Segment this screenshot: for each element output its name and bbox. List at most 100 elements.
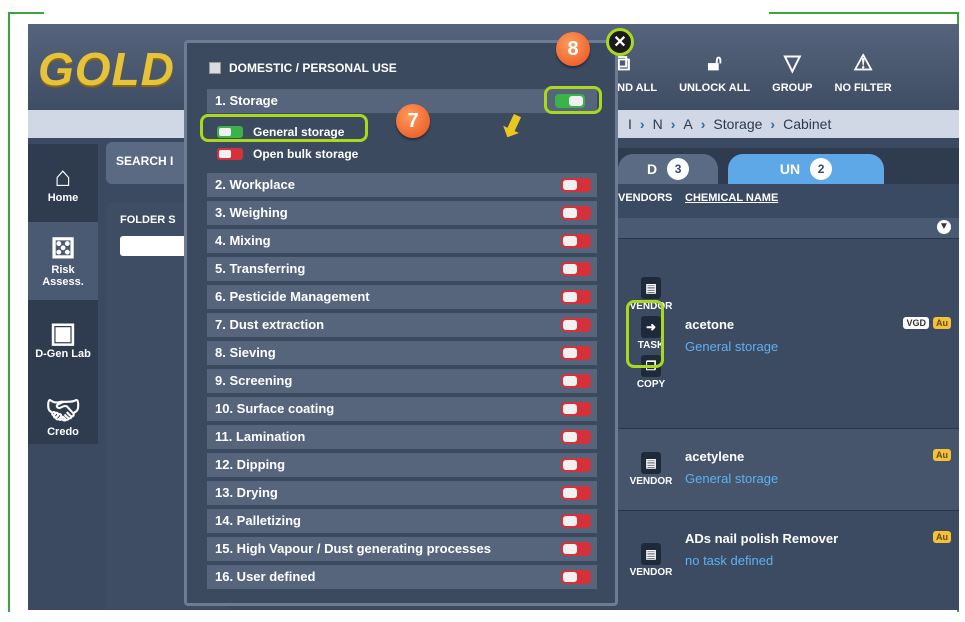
nav-label: Risk Assess. xyxy=(42,264,84,288)
vendor-button[interactable]: ▤ VENDOR xyxy=(629,543,673,578)
category-item[interactable]: 4. Mixing xyxy=(207,229,597,253)
chevron-right-icon: › xyxy=(670,116,676,132)
close-icon[interactable]: ✕ xyxy=(606,28,634,56)
table-row[interactable]: ▤ VENDOR ADs nail polish Remover no task de… xyxy=(618,510,959,610)
filter-icon[interactable]: ▼ xyxy=(937,220,951,234)
category-label: 2. Workplace xyxy=(215,177,295,192)
au-badge: Au xyxy=(933,449,951,461)
action-label: VENDOR xyxy=(629,567,673,578)
category-label: 9. Screening xyxy=(215,373,293,388)
category-label: 1. Storage xyxy=(215,93,278,108)
subitem-open-bulk-storage[interactable]: Open bulk storage xyxy=(217,145,358,163)
category-label: 8. Sieving xyxy=(215,345,276,360)
handshake-icon: 🤝︎ xyxy=(45,395,81,426)
category-item[interactable]: 14. Palletizing xyxy=(207,509,597,533)
nav-label: D-Gen Lab xyxy=(35,348,91,360)
category-item[interactable]: 9. Screening xyxy=(207,369,597,393)
frame-border xyxy=(8,12,10,612)
popup-title[interactable]: DOMESTIC / PERSONAL USE xyxy=(209,61,397,75)
category-toggle[interactable] xyxy=(561,486,591,500)
breadcrumb-item[interactable]: I xyxy=(628,116,632,132)
folder-label: FOLDER S xyxy=(120,214,176,226)
vendor-icon: ▤ xyxy=(640,277,661,299)
left-nav: ⌂ Home ⚄ Risk Assess. ▣ D-Gen Lab 🤝︎ Credo xyxy=(28,144,98,444)
task-link[interactable]: no task defined xyxy=(685,553,773,568)
category-toggle[interactable] xyxy=(561,430,591,444)
category-item[interactable]: 11. Lamination xyxy=(207,425,597,449)
table-row[interactable]: ▤ VENDOR ➜ TASK ❐ COPY acetone General storage V… xyxy=(618,238,959,428)
category-toggle[interactable] xyxy=(561,570,591,584)
search-panel[interactable]: SEARCH I xyxy=(106,142,196,184)
nav-item-lab[interactable]: ▣ D-Gen Lab xyxy=(28,300,98,378)
category-toggle[interactable] xyxy=(561,542,591,556)
category-label: 5. Transferring xyxy=(215,261,306,276)
category-toggle[interactable] xyxy=(561,318,591,332)
category-item[interactable]: 8. Sieving xyxy=(207,341,597,365)
nav-item-handshake[interactable]: 🤝︎ Credo xyxy=(28,378,98,456)
nav-item-home[interactable]: ⌂ Home xyxy=(28,144,98,222)
category-toggle[interactable] xyxy=(561,402,591,416)
row-badges: Au xyxy=(933,531,951,543)
tab-first[interactable]: D 3 xyxy=(618,154,718,184)
subitem-label: Open bulk storage xyxy=(253,147,359,161)
unlock-icon: 🔓︎ xyxy=(707,50,722,75)
group-button[interactable]: ▽ GROUP xyxy=(772,24,812,110)
breadcrumb-item[interactable]: A xyxy=(683,116,692,132)
subitem-toggle[interactable] xyxy=(217,148,243,160)
category-toggle[interactable] xyxy=(561,458,591,472)
tab-count: 2 xyxy=(810,158,833,180)
category-toggle[interactable] xyxy=(561,346,591,360)
task-link[interactable]: General storage xyxy=(685,471,778,486)
domestic-checkbox[interactable] xyxy=(209,62,221,74)
category-toggle[interactable] xyxy=(561,262,591,276)
category-toggle[interactable] xyxy=(561,514,591,528)
vgd-badge: VGD xyxy=(903,317,929,329)
no-filter-button[interactable]: ⚠ NO FILTER xyxy=(835,24,892,110)
chemical-name[interactable]: ADs nail polish Remover xyxy=(685,531,838,546)
toolbar-label: NO FILTER xyxy=(834,82,892,94)
category-item[interactable]: 2. Workplace xyxy=(207,173,597,197)
vendor-button[interactable]: ▤ VENDOR xyxy=(629,452,673,487)
category-toggle[interactable] xyxy=(561,290,591,304)
highlight-general-storage xyxy=(200,114,368,142)
warning-icon: ⚠ xyxy=(853,50,873,75)
category-toggle[interactable] xyxy=(561,178,591,192)
category-item[interactable]: 16. User defined xyxy=(207,565,597,589)
au-badge: Au xyxy=(933,531,951,543)
nav-item-dice[interactable]: ⚄ Risk Assess. xyxy=(28,222,98,300)
chemical-name[interactable]: acetylene xyxy=(685,449,744,464)
dice-icon: ⚄ xyxy=(50,233,76,264)
column-chemical-name[interactable]: CHEMICAL NAME xyxy=(685,192,778,204)
category-toggle[interactable] xyxy=(561,206,591,220)
breadcrumb-item[interactable]: N xyxy=(653,116,663,132)
app-logo: GOLD xyxy=(38,43,175,95)
category-item[interactable]: 10. Surface coating xyxy=(207,397,597,421)
category-toggle[interactable] xyxy=(561,234,591,248)
nav-label: Credo xyxy=(47,426,79,438)
category-label: 3. Weighing xyxy=(215,205,288,220)
tab-un[interactable]: UN 2 xyxy=(728,154,884,184)
chevron-right-icon: › xyxy=(770,116,776,132)
filter-row: ▼ xyxy=(618,218,959,238)
nav-label: Home xyxy=(47,192,79,204)
unlock-all-button[interactable]: 🔓︎ UNLOCK ALL xyxy=(679,24,750,110)
task-link[interactable]: General storage xyxy=(685,339,778,354)
lab-icon: ▣ xyxy=(49,317,77,348)
category-item[interactable]: 12. Dipping xyxy=(207,453,597,477)
breadcrumb-item[interactable]: Cabinet xyxy=(783,116,831,132)
group-icon: ▽ xyxy=(783,50,801,75)
frame-border xyxy=(8,12,44,14)
category-item[interactable]: 15. High Vapour / Dust generating proces… xyxy=(207,537,597,561)
action-label: VENDOR xyxy=(629,476,673,487)
chevron-right-icon: › xyxy=(700,116,706,132)
table-row[interactable]: ▤ VENDOR acetylene General storage Au xyxy=(618,428,959,510)
category-item[interactable]: 6. Pesticide Management xyxy=(207,285,597,309)
category-item[interactable]: 3. Weighing xyxy=(207,201,597,225)
category-item[interactable]: 13. Drying xyxy=(207,481,597,505)
chemical-name[interactable]: acetone xyxy=(685,317,734,332)
category-item[interactable]: 7. Dust extraction xyxy=(207,313,597,337)
category-label: 12. Dipping xyxy=(215,457,286,472)
category-toggle[interactable] xyxy=(561,374,591,388)
category-item[interactable]: 5. Transferring xyxy=(207,257,597,281)
breadcrumb-item[interactable]: Storage xyxy=(713,116,762,132)
